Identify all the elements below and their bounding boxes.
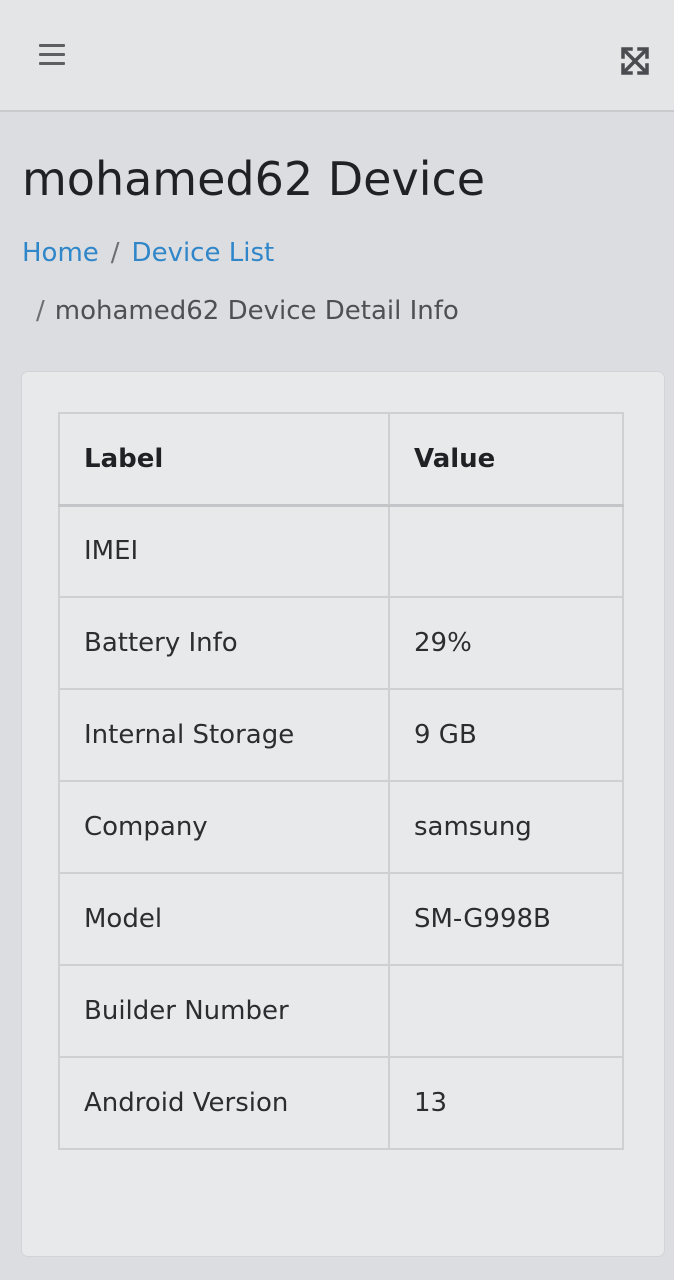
value-column-header: Value — [388, 412, 624, 507]
row-label: Model — [58, 872, 390, 966]
table-row: Internal Storage 9 GB — [58, 688, 624, 782]
page-title: mohamed62 Device — [22, 152, 486, 206]
breadcrumb-separator: / — [36, 296, 45, 326]
table-header-row: Label Value — [58, 412, 624, 507]
label-column-header: Label — [58, 412, 390, 507]
row-label: Company — [58, 780, 390, 874]
breadcrumb-current-item: / mohamed62 Device Detail Info — [22, 282, 662, 340]
row-value: SM-G998B — [388, 872, 624, 966]
row-label: Android Version — [58, 1056, 390, 1150]
expand-fullscreen-icon[interactable] — [620, 46, 652, 78]
row-label: Internal Storage — [58, 688, 390, 782]
hamburger-menu-icon[interactable] — [39, 44, 67, 68]
row-value: samsung — [388, 780, 624, 874]
main-content: mohamed62 Device Home / Device List / moham… — [0, 112, 674, 1280]
row-label: Battery Info — [58, 596, 390, 690]
row-value — [388, 504, 624, 598]
breadcrumb-separator: / — [110, 238, 120, 268]
device-info-table: Label Value IMEI Battery Info 29% Intern… — [58, 412, 624, 1150]
row-value: 9 GB — [388, 688, 624, 782]
device-info-card: Label Value IMEI Battery Info 29% Intern… — [22, 372, 664, 1256]
breadcrumb: Home / Device List / mohamed62 Device Detai… — [22, 224, 662, 340]
row-value: 29% — [388, 596, 624, 690]
table-row: Battery Info 29% — [58, 596, 624, 690]
table-row: IMEI — [58, 504, 624, 598]
row-value: 13 — [388, 1056, 624, 1150]
breadcrumb-home-link[interactable]: Home — [22, 238, 99, 268]
table-row: Company samsung — [58, 780, 624, 874]
row-label: IMEI — [58, 504, 390, 598]
breadcrumb-device-list-link[interactable]: Device List — [132, 238, 275, 268]
table-row: Android Version 13 — [58, 1056, 624, 1150]
table-row: Builder Number — [58, 964, 624, 1058]
breadcrumb-current-label: mohamed62 Device Detail Info — [54, 296, 459, 326]
table-row: Model SM-G998B — [58, 872, 624, 966]
top-navbar — [0, 0, 674, 112]
row-value — [388, 964, 624, 1058]
row-label: Builder Number — [58, 964, 390, 1058]
